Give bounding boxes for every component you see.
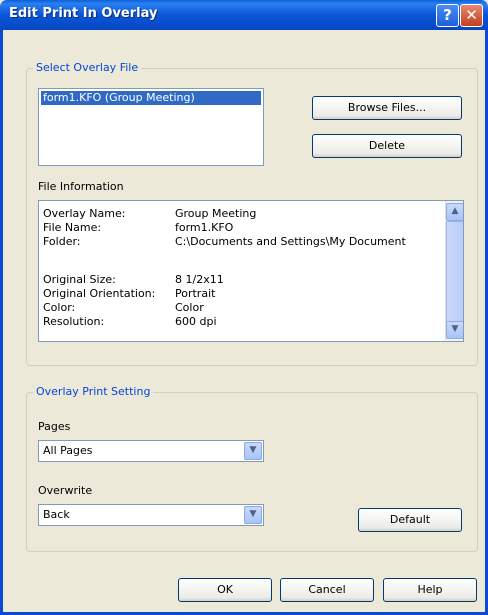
info-key: Folder:: [43, 235, 81, 248]
file-information-box: Overlay Name: Group Meeting File Name: f…: [38, 200, 464, 342]
cancel-button[interactable]: Cancel: [280, 578, 374, 602]
title-bar[interactable]: Edit Print In Overlay ? ✕: [0, 0, 488, 30]
info-key: Original Orientation:: [43, 287, 156, 300]
ok-button[interactable]: OK: [178, 578, 272, 602]
delete-button[interactable]: Delete: [312, 134, 462, 158]
overlay-file-list[interactable]: form1.KFO (Group Meeting): [38, 88, 264, 166]
overlay-print-setting-legend: Overlay Print Setting: [33, 385, 154, 398]
overwrite-select[interactable]: Back ▼: [38, 504, 264, 526]
dialog-window: Edit Print In Overlay ? ✕ Select Overlay…: [0, 0, 488, 615]
select-overlay-file-legend: Select Overlay File: [33, 61, 142, 74]
browse-files-button[interactable]: Browse Files...: [312, 96, 462, 120]
scroll-down-icon[interactable]: ▼: [446, 321, 463, 339]
info-key: File Name:: [43, 221, 102, 234]
help-button[interactable]: Help: [383, 578, 477, 602]
pages-select[interactable]: All Pages ▼: [38, 440, 264, 462]
info-value: Group Meeting: [175, 207, 257, 220]
close-icon[interactable]: ✕: [460, 4, 483, 27]
overwrite-label: Overwrite: [38, 484, 93, 497]
pages-label: Pages: [38, 420, 71, 433]
overlay-file-item[interactable]: form1.KFO (Group Meeting): [41, 91, 261, 105]
info-value: C:\Documents and Settings\My Document: [175, 235, 406, 248]
help-icon[interactable]: ?: [436, 4, 459, 27]
file-information-heading: File Information: [38, 180, 124, 193]
info-key: Resolution:: [43, 315, 105, 328]
scroll-thumb[interactable]: [446, 221, 463, 323]
window-title: Edit Print In Overlay: [9, 6, 158, 21]
chevron-down-icon[interactable]: ▼: [244, 442, 262, 460]
default-button[interactable]: Default: [358, 508, 462, 532]
pages-value: All Pages: [43, 444, 93, 457]
info-value: 600 dpi: [175, 315, 217, 328]
overwrite-value: Back: [43, 508, 70, 521]
info-value: Color: [175, 301, 204, 314]
info-value: form1.KFO: [175, 221, 234, 234]
scroll-up-icon[interactable]: ▲: [446, 203, 463, 221]
info-key: Overlay Name:: [43, 207, 126, 220]
info-value: Portrait: [175, 287, 216, 300]
chevron-down-icon[interactable]: ▼: [244, 506, 262, 524]
info-scrollbar[interactable]: ▲ ▼: [445, 201, 463, 341]
window-frame-left: [0, 30, 3, 615]
info-value: 8 1/2x11: [175, 273, 224, 286]
info-key: Original Size:: [43, 273, 116, 286]
info-key: Color:: [43, 301, 76, 314]
